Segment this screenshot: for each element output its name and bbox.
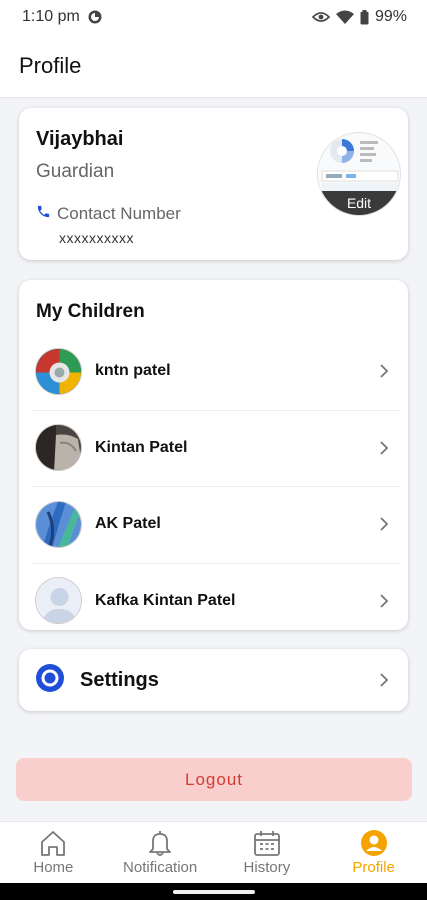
guardian-role: Guardian <box>36 161 115 182</box>
system-gesture-bar <box>0 883 427 900</box>
battery-icon <box>360 9 369 25</box>
child-name: AK Patel <box>95 515 161 533</box>
children-list: kntn patel Kintan Patel AK Patel Kafka K… <box>19 333 408 639</box>
child-name: Kintan Patel <box>95 438 188 456</box>
nav-notification-label: Notification <box>123 859 198 876</box>
home-gesture-handle[interactable] <box>173 890 255 894</box>
settings-label: Settings <box>80 668 159 691</box>
calendar-icon <box>253 831 280 856</box>
chevron-right-icon <box>380 364 389 378</box>
home-icon <box>41 831 66 856</box>
children-card: My Children kntn patel Kintan Patel AK P… <box>19 280 408 630</box>
profile-card: Vijaybhai Guardian Contact Number xxxxxx… <box>19 108 408 260</box>
logout-label: Logout <box>185 769 243 789</box>
eye-icon <box>311 11 330 23</box>
battery-percent: 99% <box>374 8 407 25</box>
wifi-icon <box>335 10 354 24</box>
bell-icon <box>149 831 172 856</box>
nav-history-label: History <box>243 859 291 876</box>
child-row[interactable]: Kafka Kintan Patel <box>19 562 408 640</box>
nav-profile-label: Profile <box>352 859 395 876</box>
child-name: kntn patel <box>95 362 171 380</box>
chevron-right-icon <box>380 673 389 687</box>
child-name: Kafka Kintan Patel <box>95 591 236 609</box>
child-avatar <box>35 500 82 548</box>
bottom-nav: Home Notification History Profile <box>0 821 427 883</box>
contact-label: Contact Number <box>57 204 181 223</box>
child-avatar <box>35 424 82 472</box>
child-row[interactable]: AK Patel <box>19 486 408 563</box>
profile-avatar[interactable]: Edit <box>317 132 401 216</box>
edit-label: Edit <box>346 195 372 211</box>
chevron-right-icon <box>380 517 389 531</box>
guardian-name: Vijaybhai <box>36 128 124 150</box>
nav-home[interactable]: Home <box>0 822 107 883</box>
logout-button[interactable]: Logout <box>16 758 412 801</box>
nav-notification[interactable]: Notification <box>107 822 214 883</box>
profile-icon <box>360 830 387 856</box>
child-row[interactable]: Kintan Patel <box>19 409 408 487</box>
app-header: Profile <box>0 34 427 98</box>
page-title: Profile <box>19 52 82 78</box>
status-time: 1:10 pm <box>22 8 80 25</box>
child-row[interactable]: kntn patel <box>19 333 408 410</box>
nav-profile[interactable]: Profile <box>320 822 427 883</box>
app-notification-icon <box>88 10 102 24</box>
nav-history[interactable]: History <box>214 822 321 883</box>
contact-value: xxxxxxxxxx <box>59 230 134 246</box>
gear-icon <box>36 663 64 697</box>
nav-home-label: Home <box>33 859 74 876</box>
children-section-title: My Children <box>36 301 145 322</box>
phone-icon <box>36 204 51 224</box>
edit-avatar-button[interactable]: Edit <box>318 191 400 215</box>
child-avatar <box>35 347 82 395</box>
chevron-right-icon <box>380 594 389 608</box>
child-avatar-placeholder <box>35 577 82 625</box>
contact-row: Contact Number <box>36 204 181 224</box>
status-bar: 1:10 pm 99% <box>0 0 427 34</box>
chevron-right-icon <box>380 441 389 455</box>
settings-row[interactable]: Settings <box>19 649 408 711</box>
